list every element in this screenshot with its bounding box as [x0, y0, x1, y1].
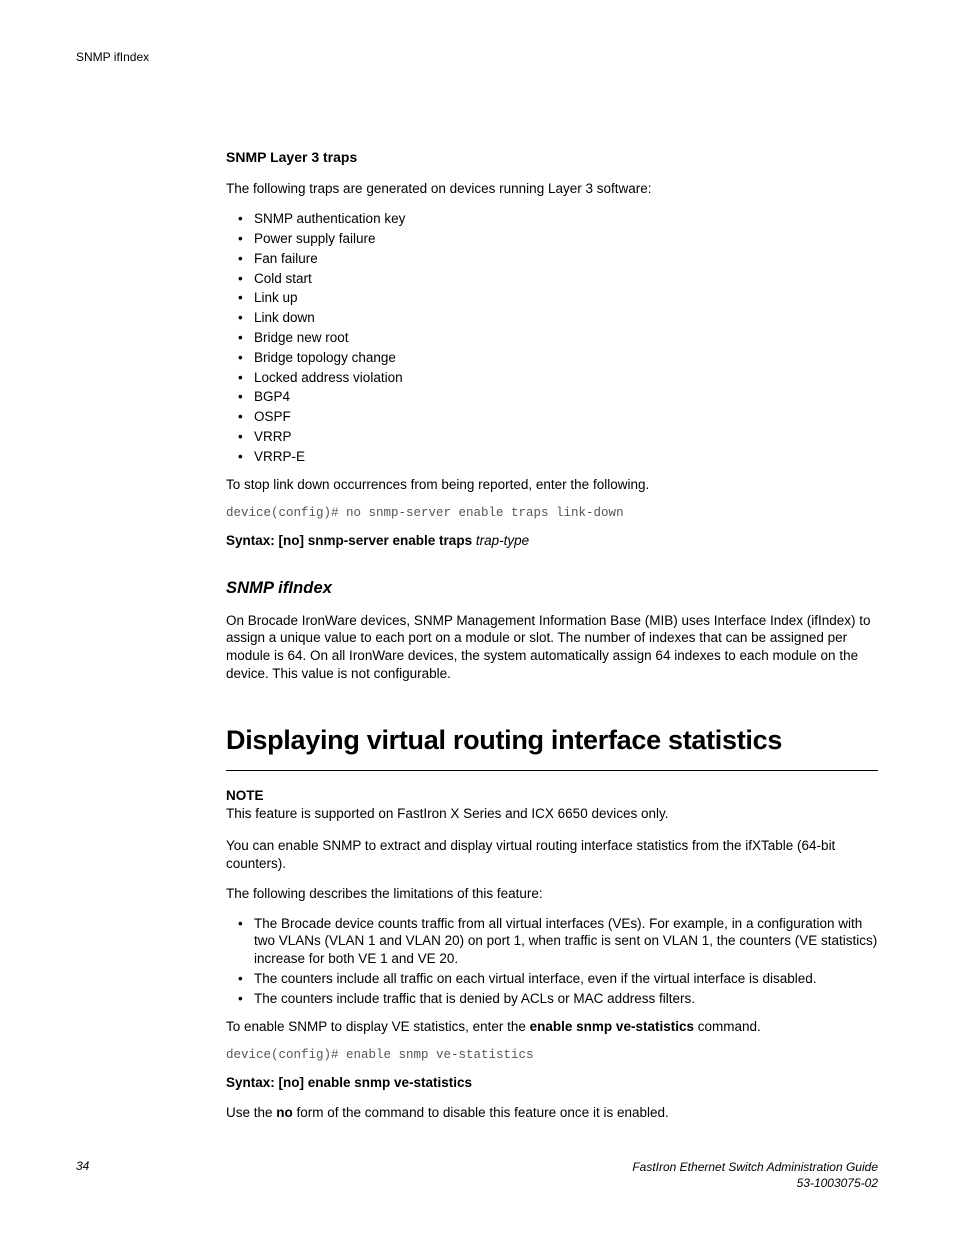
l3-stop-text: To stop link down occurrences from being…	[226, 476, 878, 494]
list-item: VRRP-E	[242, 448, 878, 466]
content-body: SNMP Layer 3 traps The following traps a…	[226, 148, 878, 1122]
list-item: Bridge new root	[242, 329, 878, 347]
cli-no-traps: device(config)# no snmp-server enable tr…	[226, 505, 878, 522]
cli-enable-ve: device(config)# enable snmp ve-statistic…	[226, 1047, 878, 1064]
list-item: Power supply failure	[242, 230, 878, 248]
l3-traps-list: SNMP authentication key Power supply fai…	[226, 210, 878, 466]
text: To enable SNMP to display VE statistics,…	[226, 1019, 530, 1034]
list-item: The counters include traffic that is den…	[242, 990, 878, 1008]
list-item: Link up	[242, 289, 878, 307]
running-header: SNMP ifIndex	[76, 50, 878, 66]
list-item: OSPF	[242, 408, 878, 426]
vri-disable-text: Use the no form of the command to disabl…	[226, 1104, 878, 1122]
list-item: The Brocade device counts traffic from a…	[242, 915, 878, 968]
list-item: Bridge topology change	[242, 349, 878, 367]
ifindex-para: On Brocade IronWare devices, SNMP Manage…	[226, 612, 878, 683]
text: command.	[694, 1019, 761, 1034]
no-bold: no	[276, 1105, 293, 1120]
list-item: BGP4	[242, 388, 878, 406]
syntax-bold: Syntax: [no] enable snmp ve-statistics	[226, 1075, 472, 1090]
heading-snmp-ifindex: SNMP ifIndex	[226, 578, 878, 600]
footer-docnum: 53-1003075-02	[797, 1176, 878, 1190]
vri-limitations-list: The Brocade device counts traffic from a…	[226, 915, 878, 1008]
rule	[226, 770, 878, 771]
page-footer: 34 FastIron Ethernet Switch Administrati…	[76, 1159, 878, 1191]
list-item: Cold start	[242, 270, 878, 288]
list-item: Fan failure	[242, 250, 878, 268]
note-text: This feature is supported on FastIron X …	[226, 805, 878, 823]
page-number: 34	[76, 1159, 89, 1175]
heading-display-vri-stats: Displaying virtual routing interface sta…	[226, 723, 878, 759]
note-label: NOTE	[226, 787, 878, 805]
list-item: The counters include all traffic on each…	[242, 970, 878, 988]
l3-intro-text: The following traps are generated on dev…	[226, 180, 878, 198]
cmd-bold: enable snmp ve-statistics	[530, 1019, 694, 1034]
syntax-traps: Syntax: [no] snmp-server enable traps tr…	[226, 532, 878, 550]
syntax-ve: Syntax: [no] enable snmp ve-statistics	[226, 1074, 878, 1092]
vri-enable-text: To enable SNMP to display VE statistics,…	[226, 1018, 878, 1036]
list-item: Locked address violation	[242, 369, 878, 387]
footer-title: FastIron Ethernet Switch Administration …	[632, 1160, 878, 1174]
syntax-ital: trap-type	[476, 533, 529, 548]
vri-para2: The following describes the limitations …	[226, 885, 878, 903]
list-item: VRRP	[242, 428, 878, 446]
list-item: Link down	[242, 309, 878, 327]
syntax-bold: Syntax: [no] snmp-server enable traps	[226, 533, 472, 548]
text: form of the command to disable this feat…	[293, 1105, 669, 1120]
vri-para1: You can enable SNMP to extract and displ…	[226, 837, 878, 873]
text: Use the	[226, 1105, 276, 1120]
heading-snmp-l3-traps: SNMP Layer 3 traps	[226, 148, 878, 166]
list-item: SNMP authentication key	[242, 210, 878, 228]
